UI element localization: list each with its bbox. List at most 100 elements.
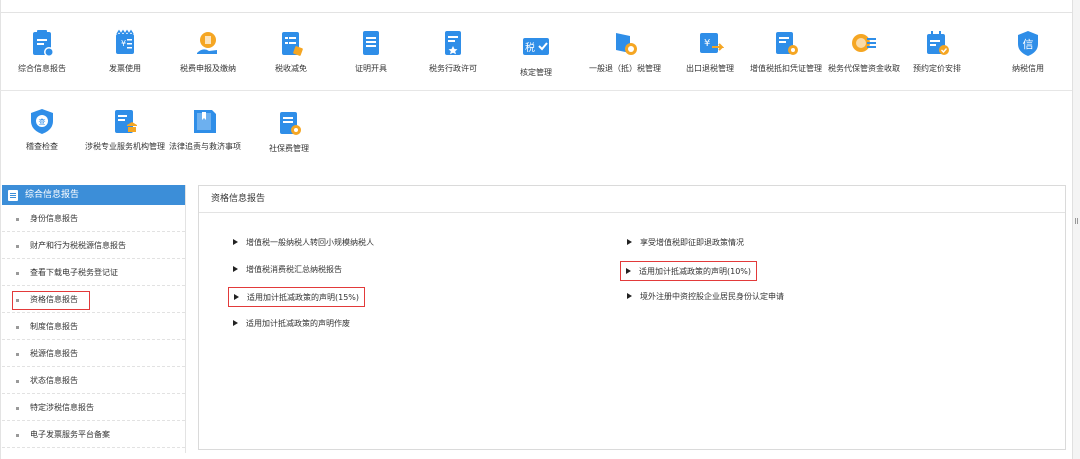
sidebar-item-财产和行为税税源信息报告[interactable]: 财产和行为税税源信息报告 [2,232,185,259]
module-label: 稽查检查 [26,142,58,151]
link-label: 增值税一般纳税人转回小规模纳税人 [246,238,374,247]
triangle-right-icon [233,320,238,326]
module-发票使用[interactable]: ¥ 发票使用 [86,29,164,79]
module-label: 社保费管理 [269,144,309,153]
link-适用加计抵减政策的声明15[interactable]: 适用加计抵减政策的声明(15%) [228,287,366,307]
module-法律追责与救济事项[interactable]: 法律追责与救济事项 [164,107,246,157]
social-insurance-icon [280,112,301,135]
vertical-scrollbar[interactable] [1072,0,1080,459]
link-label: 享受增值税即征即退政策情况 [640,238,744,247]
module-label: 税务代保管资金收取 [828,64,900,73]
svg-text:查: 查 [39,117,46,126]
panel-title: 资格信息报告 [199,186,1065,213]
bullet-icon [16,326,19,329]
svg-text:信: 信 [1023,38,1034,51]
module-label: 税费申报及缴纳 [180,64,236,73]
legal-book-icon [194,110,216,133]
module-label: 增值税抵扣凭证管理 [750,64,822,73]
module-税费申报及缴纳[interactable]: 税费申报及缴纳 [166,29,250,79]
sidebar-item-资格信息报告[interactable]: 资格信息报告 [2,286,185,313]
bullet-icon [16,272,19,275]
invoice-yuan-icon: ¥ [116,29,134,54]
vat-deduction-icon [776,32,798,55]
triangle-right-icon [233,266,238,272]
link-增值税消费税汇总纳税报告[interactable]: 增值税消费税汇总纳税报告 [233,263,342,277]
bullet-icon [16,245,19,248]
module-label: 预约定价安排 [913,64,961,73]
link-label: 适用加计抵减政策的声明(10%) [639,267,752,276]
module-增值税抵扣凭证管理[interactable]: 增值税抵扣凭证管理 [746,29,826,79]
module-社保费管理[interactable]: 社保费管理 [250,109,328,159]
module-税收减免[interactable]: 税收减免 [252,29,330,79]
module-纳税信用[interactable]: 信 纳税信用 [988,29,1068,79]
custody-fund-icon [852,34,876,52]
module-税务代保管资金收取[interactable]: 税务代保管资金收取 [826,29,902,79]
selection-highlight [12,291,90,310]
inspection-shield-icon: 查 [31,109,53,134]
tax-approval-icon: 税 [523,38,549,55]
link-享受增值税即征即退政策情况[interactable]: 享受增值税即征即退政策情况 [627,236,744,250]
triangle-right-icon [627,239,632,245]
module-label: 证明开具 [355,64,387,73]
sidebar-item-label: 财产和行为税税源信息报告 [30,241,126,250]
agency-management-icon [115,110,137,133]
link-适用加计抵减政策的声明10[interactable]: 适用加计抵减政策的声明(10%) [620,261,758,281]
module-预约定价安排[interactable]: 预约定价安排 [902,29,972,79]
bullet-icon [16,353,19,356]
module-label: 核定管理 [520,68,552,77]
bullet-icon [16,218,19,221]
triangle-right-icon [234,294,239,300]
tax-refund-icon [616,33,637,55]
top-strip [0,0,1072,13]
sidebar-item-特定涉税信息报告[interactable]: 特定涉税信息报告 [2,394,185,421]
main-panel: 资格信息报告 增值税一般纳税人转回小规模纳税人 增值税消费税汇总纳税报告 适用加… [198,185,1066,450]
module-label: 涉税专业服务机构管理 [85,142,165,151]
module-label: 税务行政许可 [429,64,477,73]
module-涉税专业服务机构管理[interactable]: 涉税专业服务机构管理 [84,107,166,169]
module-综合信息报告[interactable]: 综合信息报告 [2,29,82,79]
link-增值税一般纳税人转回小规模纳税人[interactable]: 增值税一般纳税人转回小规模纳税人 [233,236,374,250]
sidebar-item-label: 查看下载电子税务登记证 [30,268,118,277]
permit-icon [445,31,461,55]
bullet-icon [16,407,19,410]
module-一般退抵税管理[interactable]: 一般退（抵）税管理 [578,29,672,79]
sidebar-item-电子发票服务平台备案[interactable]: 电子发票服务平台备案 [2,421,185,448]
sidebar-item-查看下载电子税务登记证[interactable]: 查看下载电子税务登记证 [2,259,185,286]
module-label: 一般退（抵）税管理 [589,64,661,73]
link-适用加计抵减政策的声明作废[interactable]: 适用加计抵减政策的声明作废 [233,317,350,331]
module-稽查检查[interactable]: 查 稽查检查 [2,107,82,157]
link-label: 境外注册中资控股企业居民身份认定申请 [640,292,784,301]
bullet-icon [16,380,19,383]
sidebar-header[interactable]: 综合信息报告 [2,185,185,205]
sidebar-item-label: 电子发票服务平台备案 [30,430,110,439]
svg-text:¥: ¥ [121,39,126,48]
document-report-icon [33,30,54,57]
triangle-right-icon [627,293,632,299]
sidebar-item-label: 税源信息报告 [30,349,78,358]
tax-credit-icon: 信 [1018,31,1038,56]
sidebar-item-税源信息报告[interactable]: 税源信息报告 [2,340,185,367]
sidebar-item-身份信息报告[interactable]: 身份信息报告 [2,205,185,232]
sidebar-item-制度信息报告[interactable]: 制度信息报告 [2,313,185,340]
module-税务行政许可[interactable]: 税务行政许可 [412,29,494,79]
tax-reduction-icon [282,32,303,56]
svg-text:¥: ¥ [704,38,710,49]
sidebar-item-label: 特定涉税信息报告 [30,403,94,412]
pricing-schedule-icon [927,31,949,55]
sidebar-item-状态信息报告[interactable]: 状态信息报告 [2,367,185,394]
bullet-icon [16,299,19,302]
module-核定管理[interactable]: 税 核定管理 [496,29,576,81]
module-row-2: 查 稽查检查 涉税专业服务机构管理 法律追责与救济事项 社保费管理 [0,92,1072,180]
svg-text:税: 税 [525,41,535,54]
sidebar-item-label: 状态信息报告 [30,376,78,385]
module-出口退税管理[interactable]: ¥ 出口退税管理 [674,29,746,79]
certificate-icon [363,31,379,55]
link-境外注册中资控股企业居民身份认定申请[interactable]: 境外注册中资控股企业居民身份认定申请 [627,290,784,304]
export-refund-icon: ¥ [700,33,724,53]
scroll-grip-icon [1075,218,1078,224]
link-label: 适用加计抵减政策的声明作废 [246,319,350,328]
module-证明开具[interactable]: 证明开具 [332,29,410,79]
module-label: 综合信息报告 [18,64,66,73]
triangle-right-icon [626,268,631,274]
module-label: 税收减免 [275,64,307,73]
